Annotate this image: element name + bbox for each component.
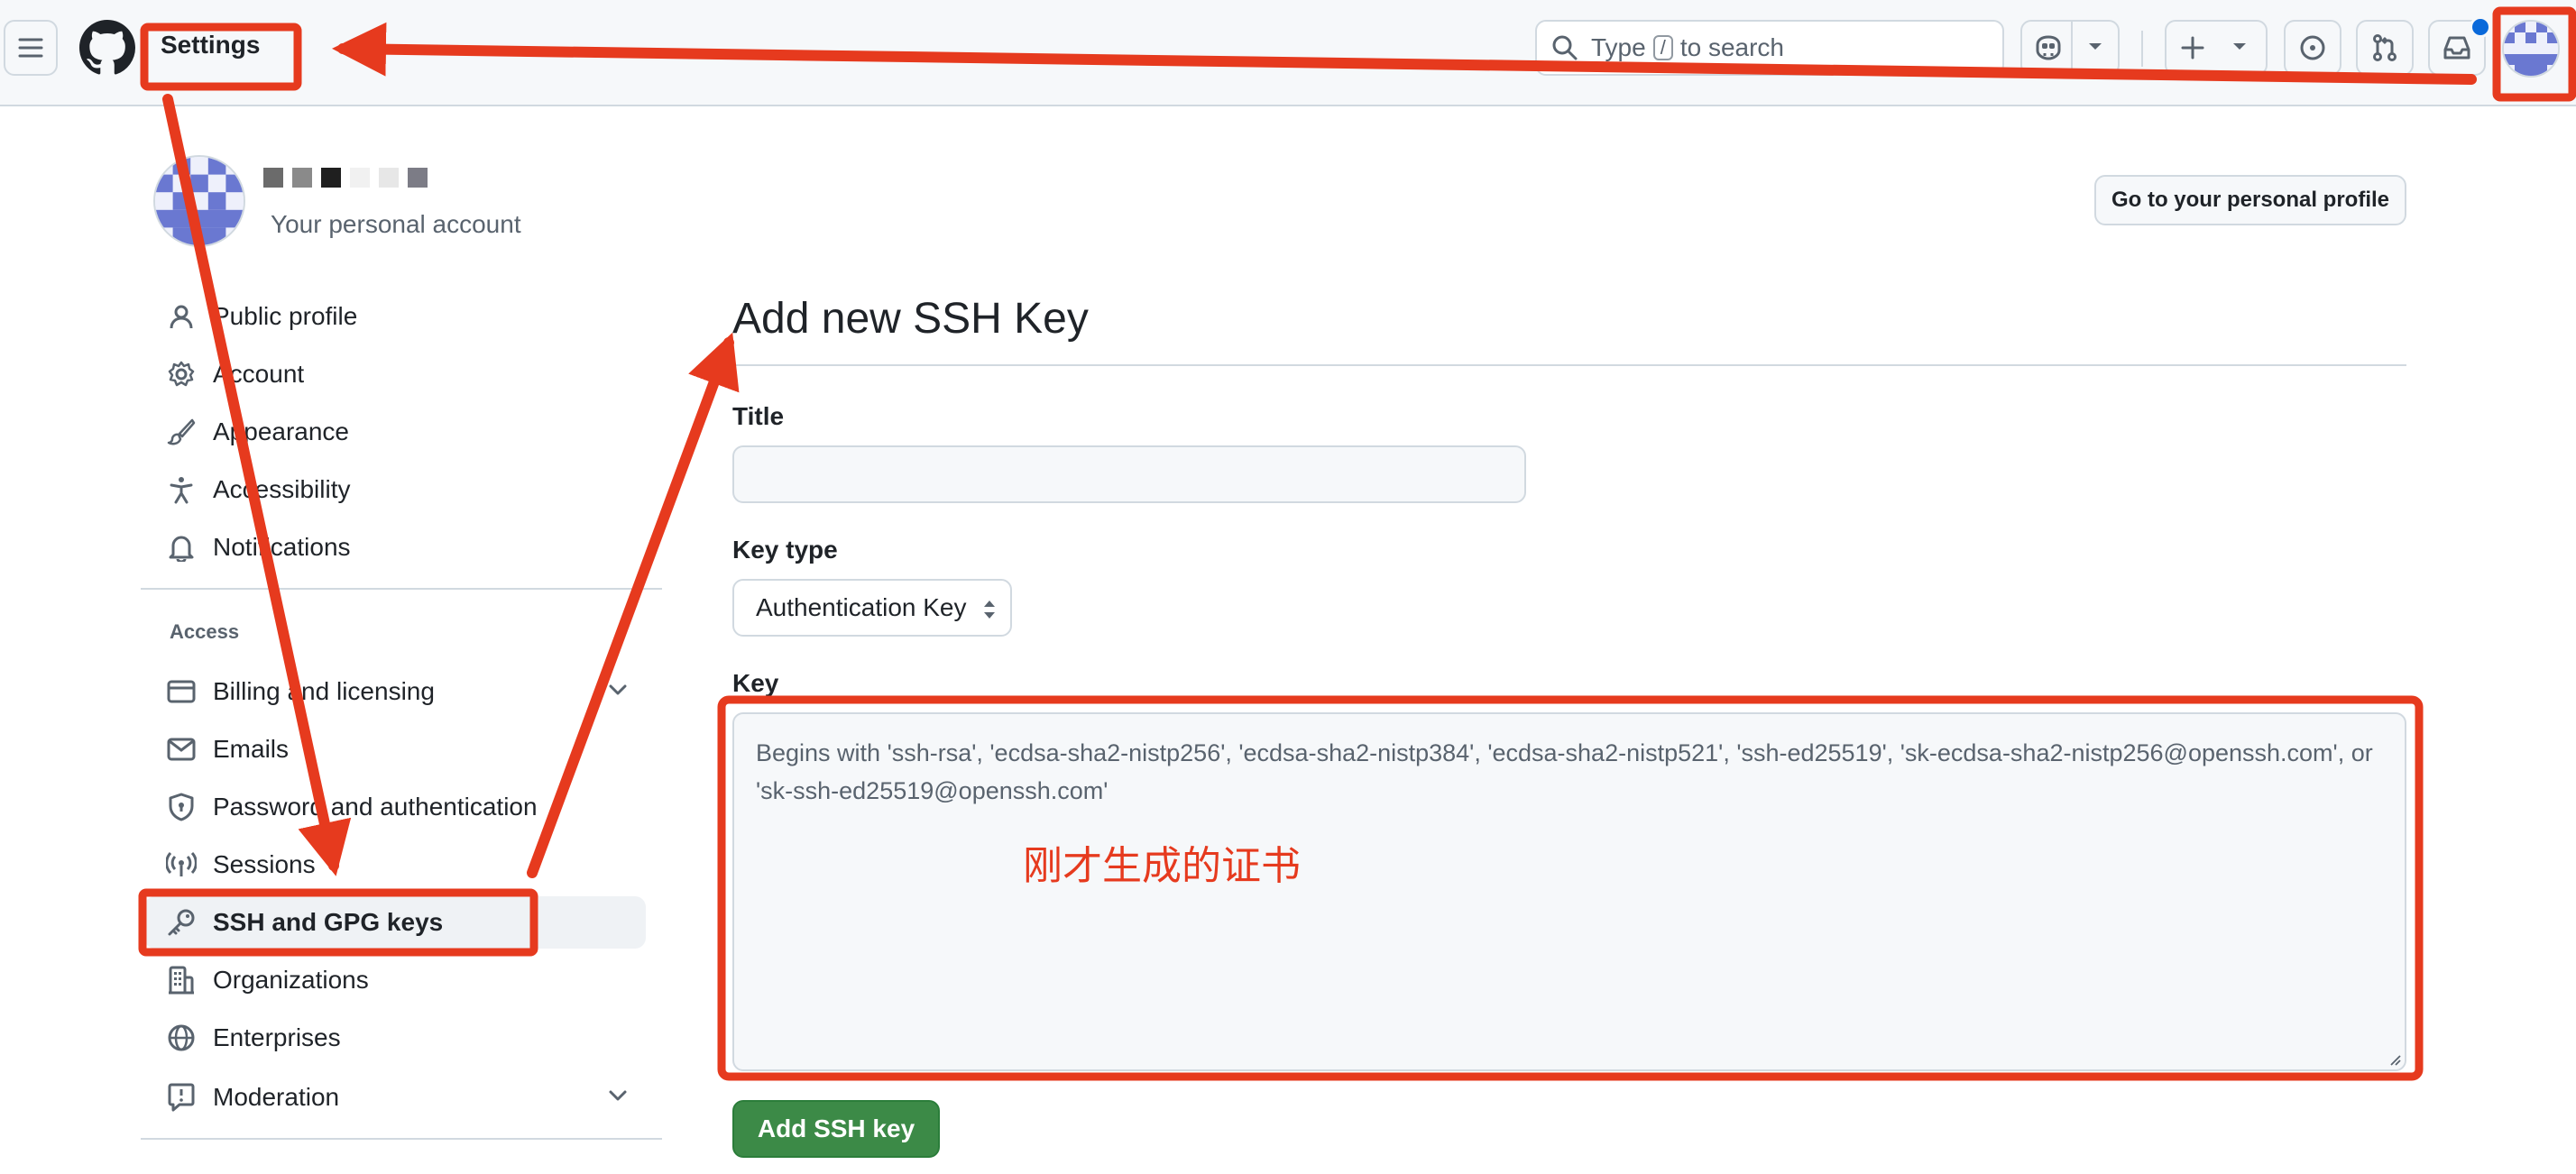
- add-ssh-key-button[interactable]: Add SSH key: [732, 1100, 940, 1158]
- sidebar-item-billing[interactable]: Billing and licensing: [144, 665, 646, 718]
- user-avatar[interactable]: [2502, 20, 2560, 78]
- key-textarea[interactable]: Begins with 'ssh-rsa', 'ecdsa-sha2-nistp…: [732, 712, 2406, 1071]
- header-divider: [2141, 31, 2143, 67]
- sidebar-item-moderation[interactable]: Moderation: [144, 1071, 646, 1124]
- sidebar-item-label: Organizations: [213, 966, 369, 994]
- annotation-note: 刚才生成的证书: [1023, 843, 1301, 889]
- redaction-block: [292, 168, 312, 188]
- sidebar-item-label: Accessibility: [213, 475, 351, 503]
- paintbrush-icon: [166, 417, 197, 447]
- create-new-button[interactable]: [2165, 20, 2268, 76]
- sidebar-item-accessibility[interactable]: Accessibility: [144, 463, 646, 516]
- select-caret-icon: [981, 597, 998, 622]
- key-field-label: Key: [732, 669, 779, 697]
- resize-handle-icon[interactable]: [2387, 1051, 2401, 1066]
- pull-requests-icon: [2370, 33, 2399, 62]
- copilot-split-button: [2020, 20, 2120, 76]
- search-shortcut-key: /: [1652, 35, 1673, 60]
- sidebar-section-access: Access: [170, 620, 240, 643]
- hamburger-icon: [17, 36, 44, 60]
- sidebar-item-label: Account: [213, 360, 305, 388]
- sidebar-item-label: Emails: [213, 735, 290, 763]
- sidebar-item-label: Enterprises: [213, 1023, 341, 1051]
- copilot-icon[interactable]: [2033, 34, 2064, 61]
- mail-icon: [166, 734, 197, 765]
- accessibility-icon: [166, 474, 197, 505]
- sidebar-item-label: Notifications: [213, 533, 351, 561]
- copilot-chevron-down-icon[interactable]: [2087, 41, 2103, 52]
- menu-button[interactable]: [4, 20, 58, 76]
- sidebar-item-organizations[interactable]: Organizations: [144, 954, 646, 1006]
- globe-icon: [166, 1023, 197, 1053]
- redaction-block: [408, 168, 428, 188]
- key-textarea-placeholder: Begins with 'ssh-rsa', 'ecdsa-sha2-nistp…: [756, 739, 2373, 804]
- github-logo-icon[interactable]: [79, 20, 135, 76]
- search-placeholder: Type / to search: [1591, 33, 1784, 62]
- global-header: Settings Type / to search: [0, 0, 2576, 106]
- redaction-block: [321, 168, 341, 188]
- sidebar-item-label: Sessions: [213, 850, 316, 878]
- sidebar-item-label: Appearance: [213, 417, 350, 445]
- sidebar-item-label: Password and authentication: [213, 793, 538, 821]
- organization-icon: [166, 965, 197, 995]
- sidebar-item-label: Public profile: [213, 302, 358, 330]
- sidebar-item-account[interactable]: Account: [144, 348, 646, 400]
- issues-button[interactable]: [2284, 20, 2341, 76]
- sidebar-item-label: Billing and licensing: [213, 677, 435, 705]
- notification-dot: [2470, 16, 2491, 38]
- title-input[interactable]: [732, 445, 1526, 503]
- redaction-block: [263, 168, 283, 188]
- sidebar-item-sessions[interactable]: Sessions: [144, 839, 646, 891]
- account-avatar: [153, 155, 245, 247]
- person-icon: [166, 301, 197, 332]
- bell-icon: [166, 532, 197, 563]
- page-context-title[interactable]: Settings: [161, 31, 260, 60]
- go-to-profile-button[interactable]: Go to your personal profile: [2094, 175, 2406, 225]
- page-title: Add new SSH Key: [732, 295, 1089, 343]
- broadcast-icon: [166, 849, 197, 880]
- title-field-label: Title: [732, 402, 785, 430]
- inbox-icon: [2442, 34, 2472, 61]
- sidebar-item-ssh-gpg-keys[interactable]: SSH and GPG keys: [144, 896, 646, 949]
- sidebar-item-notifications[interactable]: Notifications: [144, 521, 646, 573]
- shield-lock-icon: [166, 792, 197, 822]
- sidebar-item-public-profile[interactable]: Public profile: [144, 290, 646, 343]
- chevron-down-icon: [2231, 41, 2248, 52]
- search-input[interactable]: Type / to search: [1535, 20, 2004, 76]
- account-name-redacted: [263, 168, 428, 188]
- redaction-block: [350, 168, 370, 188]
- sidebar-divider: [141, 588, 662, 590]
- redaction-block: [379, 168, 399, 188]
- sidebar-item-label: SSH and GPG keys: [213, 908, 444, 936]
- sidebar-item-emails[interactable]: Emails: [144, 723, 646, 775]
- report-icon: [166, 1082, 197, 1113]
- plus-icon: [2179, 34, 2206, 61]
- sidebar-item-appearance[interactable]: Appearance: [144, 406, 646, 458]
- search-text-after: to search: [1679, 33, 1784, 61]
- issues-icon: [2298, 33, 2327, 62]
- key-icon: [166, 907, 197, 938]
- sidebar-item-enterprises[interactable]: Enterprises: [144, 1012, 646, 1064]
- sidebar-divider: [141, 1138, 662, 1140]
- account-subtitle: Your personal account: [271, 210, 521, 238]
- pull-requests-button[interactable]: [2356, 20, 2414, 76]
- chevron-down-icon[interactable]: [606, 678, 630, 702]
- sidebar-item-password[interactable]: Password and authentication: [144, 781, 646, 833]
- gear-icon: [166, 359, 197, 390]
- key-type-value: Authentication Key: [756, 593, 967, 621]
- credit-card-icon: [166, 676, 197, 707]
- title-divider: [732, 364, 2406, 366]
- sidebar-item-label: Moderation: [213, 1083, 340, 1111]
- key-type-select[interactable]: Authentication Key: [732, 579, 1012, 637]
- chevron-down-icon[interactable]: [606, 1084, 630, 1107]
- search-text-before: Type: [1591, 33, 1646, 61]
- split-divider: [2071, 22, 2073, 74]
- search-icon: [1551, 34, 1578, 61]
- key-type-label: Key type: [732, 536, 838, 564]
